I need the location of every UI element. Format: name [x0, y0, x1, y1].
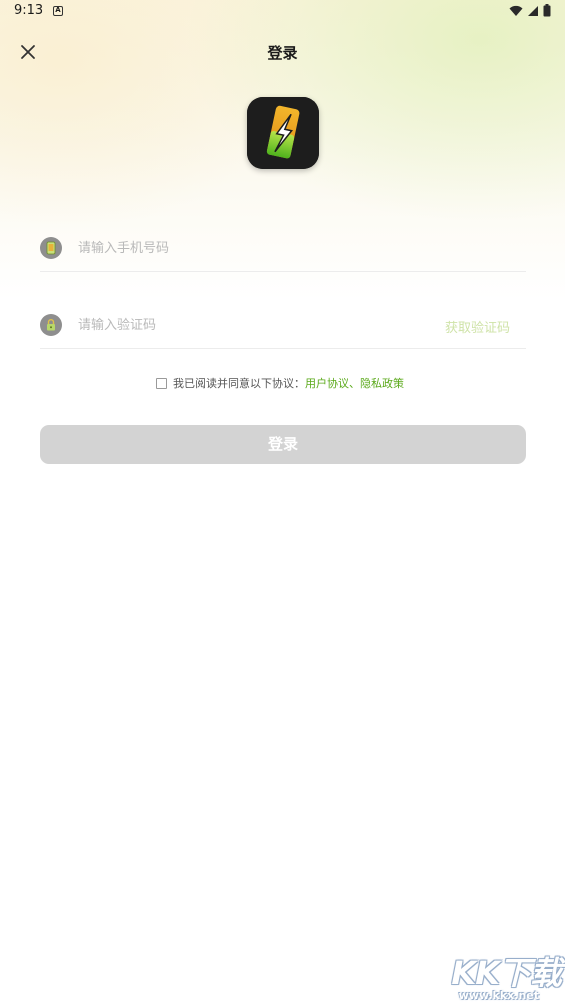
phone-icon [40, 237, 62, 259]
app-logo [247, 97, 319, 169]
agreement-text: 我已阅读并同意以下协议： [173, 377, 305, 390]
battery-icon [543, 4, 551, 17]
watermark-brand: KK下载 [451, 954, 562, 992]
verification-code-input[interactable] [78, 313, 378, 337]
a-notification-icon: A [53, 6, 63, 16]
phone-field [40, 230, 526, 272]
get-code-button[interactable]: 获取验证码 [445, 317, 510, 336]
page-title: 登录 [267, 44, 298, 62]
status-time: 9:13 [14, 3, 44, 18]
phone-input[interactable] [78, 236, 418, 260]
login-button[interactable]: 登录 [40, 425, 526, 464]
watermark: KK下载 www.kkx.net [441, 948, 562, 1004]
nav-bar: 登录 [0, 30, 565, 74]
cellular-signal-icon [528, 5, 538, 16]
agreement-row: 我已阅读并同意以下协议： 用户协议 、 隐私政策 [156, 375, 404, 391]
phone-lightning-logo-icon [247, 97, 319, 169]
divider [40, 348, 526, 349]
privacy-policy-link[interactable]: 隐私政策 [360, 375, 404, 391]
lock-icon [40, 314, 62, 336]
agreement-separator: 、 [349, 377, 360, 390]
watermark-url: www.kkx.net [458, 989, 539, 1002]
status-icons [509, 4, 551, 17]
wifi-icon [509, 5, 523, 16]
status-bar: 9:13 A [0, 0, 565, 24]
agreement-checkbox[interactable] [156, 377, 167, 389]
divider [40, 271, 526, 272]
verification-code-field: 获取验证码 [40, 307, 526, 349]
user-agreement-link[interactable]: 用户协议 [305, 375, 349, 391]
